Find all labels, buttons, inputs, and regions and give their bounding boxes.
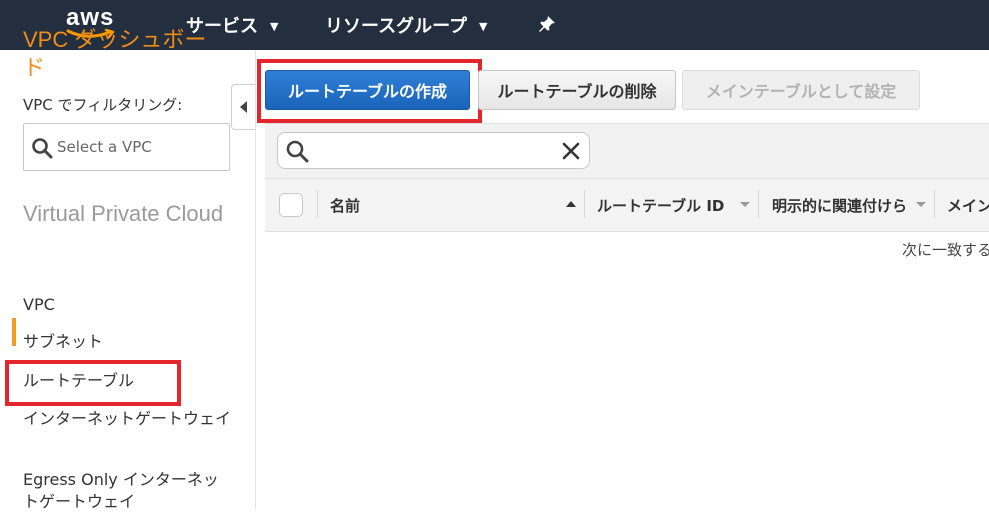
column-separator (317, 190, 318, 218)
column-separator (758, 190, 759, 218)
search-icon (32, 138, 53, 159)
delete-route-table-button[interactable]: ルートテーブルの削除 (478, 70, 676, 110)
sidebar-item-subnets[interactable]: サブネット (23, 331, 233, 353)
sidebar-active-indicator (12, 318, 16, 346)
sort-icon[interactable] (740, 202, 750, 207)
chevron-left-icon (240, 101, 247, 113)
sidebar-collapse-handle[interactable] (231, 84, 255, 130)
highlight-box-create-button (257, 59, 482, 123)
column-header-explicit-association[interactable]: 明示的に関連付けら (772, 195, 907, 216)
column-header-main[interactable]: メイン (947, 195, 989, 216)
vpc-filter-label: VPC でフィルタリング: (23, 96, 183, 114)
sidebar-item-egress-only-gateways[interactable]: Egress Only インターネットゲートウェイ (23, 469, 233, 513)
vpc-select-placeholder: Select a VPC (57, 138, 152, 156)
column-separator (584, 190, 585, 218)
search-field[interactable] (277, 132, 590, 169)
sort-ascending-icon[interactable] (566, 201, 576, 207)
pin-icon[interactable] (538, 15, 556, 33)
search-icon (286, 140, 309, 163)
select-all-checkbox[interactable] (279, 193, 303, 217)
set-main-table-button: メインテーブルとして設定 (682, 70, 920, 110)
column-header-route-table-id[interactable]: ルートテーブル ID (597, 195, 724, 216)
column-header-name[interactable]: 名前 (330, 195, 360, 216)
vpc-select-input[interactable]: Select a VPC (23, 123, 230, 171)
sidebar-section-title: Virtual Private Cloud (23, 201, 224, 226)
highlight-box-route-tables (5, 360, 181, 406)
empty-table-message: 次に一致する (902, 241, 989, 259)
sidebar-item-internet-gateways[interactable]: インターネットゲートウェイ (23, 408, 233, 430)
chevron-down-icon: ▼ (270, 20, 279, 33)
sidebar-title[interactable]: VPC ダッシュボード (23, 26, 223, 82)
nav-resource-groups-menu[interactable]: リソースグループ ▼ (325, 12, 488, 38)
column-separator (934, 190, 935, 218)
sidebar (0, 50, 256, 509)
chevron-down-icon: ▼ (479, 20, 488, 33)
sidebar-item-vpc[interactable]: VPC (23, 294, 233, 316)
sort-icon[interactable] (916, 202, 926, 207)
close-icon[interactable] (561, 141, 581, 161)
search-input[interactable] (312, 137, 552, 164)
nav-resource-groups-label: リソースグループ (325, 16, 468, 37)
